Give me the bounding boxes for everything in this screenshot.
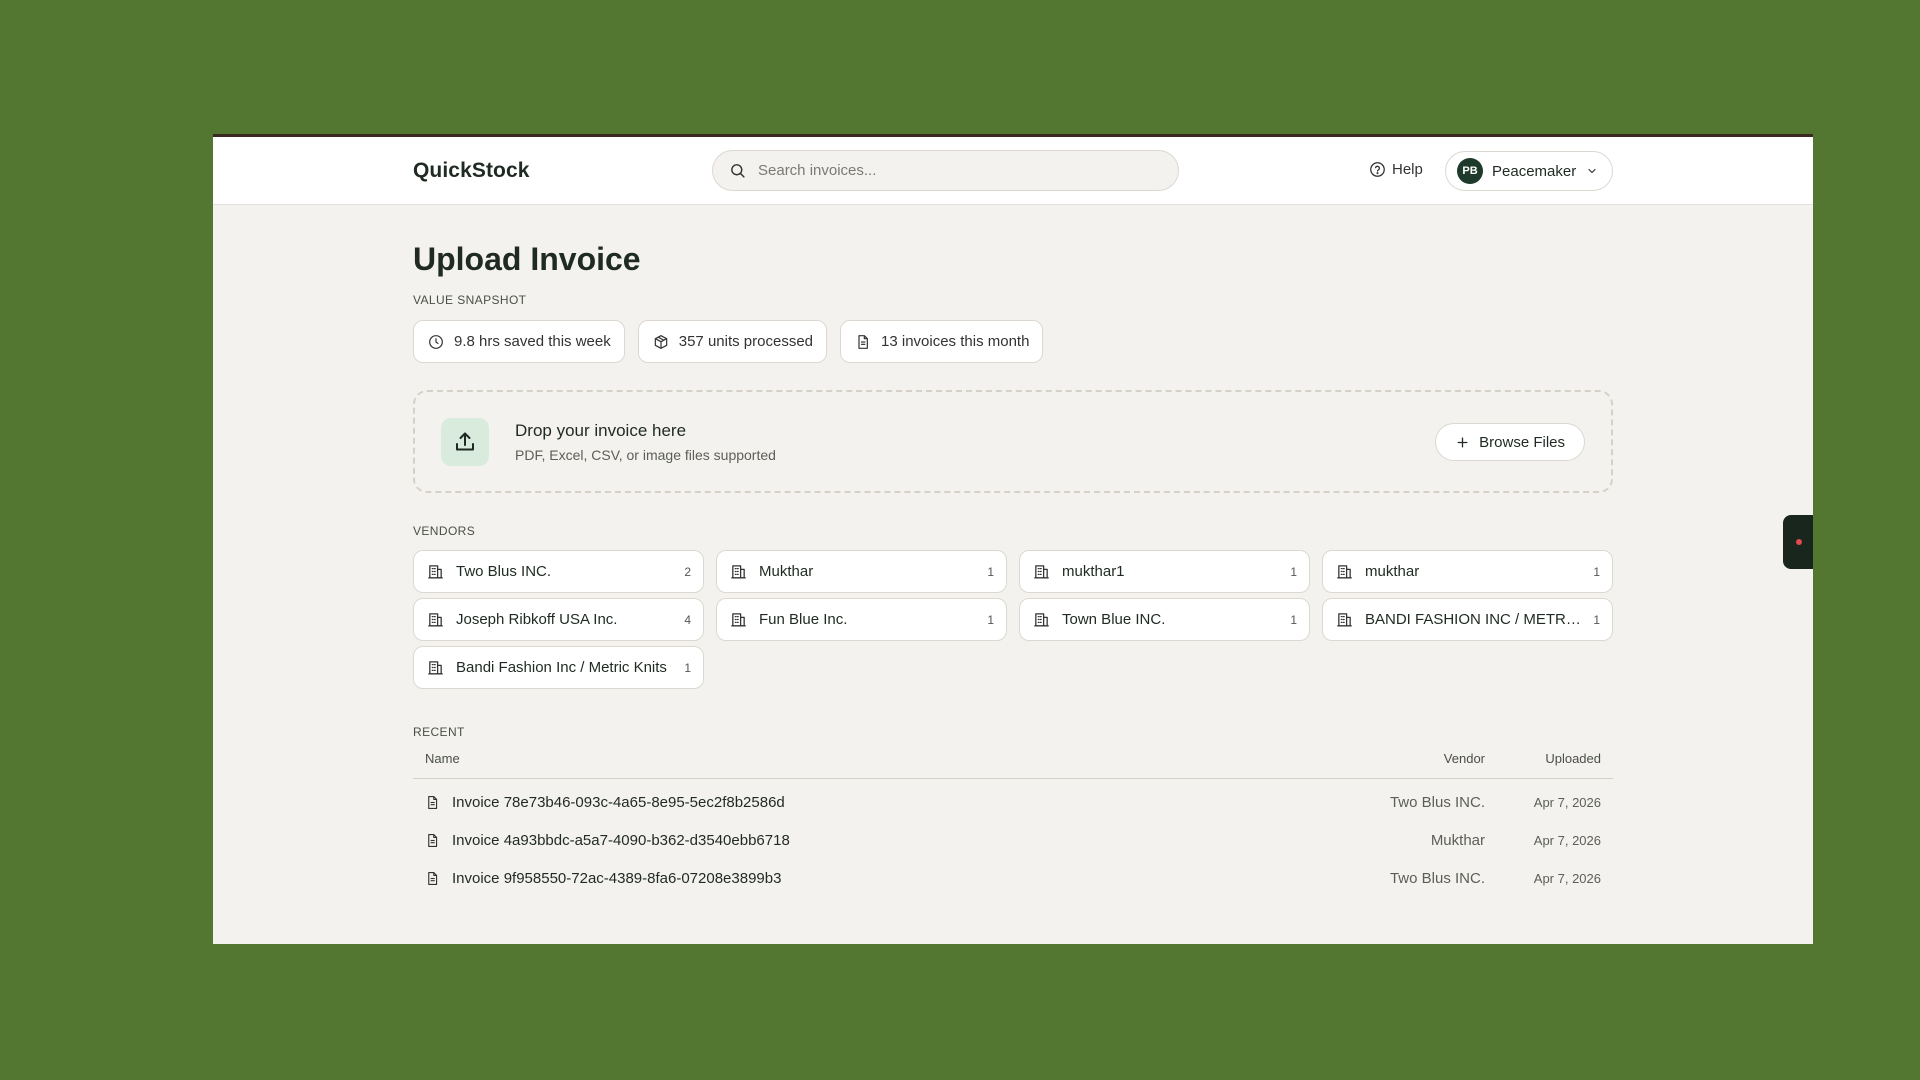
building-icon [1034,613,1049,627]
stat-label: 357 units processed [678,333,814,350]
stat-units-processed: 357 units processed [637,320,828,363]
column-header-name[interactable]: Name [425,751,1345,766]
table-row[interactable]: Invoice 4a93bbdc-a5a7-4090-b362-d3540ebb… [413,821,1613,859]
document-icon [428,833,438,847]
help-icon [1370,162,1385,177]
invoice-vendor: Two Blus INC. [1389,793,1485,811]
vendor-chip[interactable]: BANDI FASHION INC / METRIC ... 1 [1322,598,1613,641]
user-name: Peacemaker [1492,162,1577,180]
recent-table: Name Vendor Uploaded Invoice 78e73b46-09… [413,751,1613,897]
dropzone-title: Drop your invoice here [515,420,687,440]
value-snapshot: 9.8 hrs saved this week 357 units proces… [413,320,1044,363]
invoice-dropzone[interactable]: Drop your invoice here PDF, Excel, CSV, … [413,390,1613,493]
building-icon [731,613,746,627]
vendor-name: Two Blus INC. [456,563,552,580]
vendor-invoice-count: 1 [1593,564,1600,579]
clock-icon [429,334,443,349]
invoice-uploaded-date: Apr 7, 2026 [1533,870,1601,886]
notification-dot [1796,539,1802,545]
avatar: PB [1457,158,1483,184]
help-button[interactable]: Help [1369,161,1423,178]
dropzone-text: Drop your invoice here PDF, Excel, CSV, … [515,421,776,463]
vendor-chip[interactable]: mukthar 1 [1322,550,1613,593]
vendor-name: Joseph Ribkoff USA Inc. [456,611,618,628]
vendor-invoice-count: 1 [1290,612,1297,627]
vendor-name: Town Blue INC. [1062,611,1166,628]
app-window: QuickStock Help PB Peacemaker Upload Inv… [213,134,1813,944]
invoice-vendor: Mukthar [1430,831,1485,849]
building-icon [1337,613,1352,627]
invoice-name[interactable]: Invoice 4a93bbdc-a5a7-4090-b362-d3540ebb… [452,832,1345,849]
browse-files-label: Browse Files [1479,433,1565,451]
building-icon [428,565,443,579]
invoice-uploaded-date: Apr 7, 2026 [1533,832,1601,848]
vendor-invoice-count: 1 [1290,564,1297,579]
invoice-uploaded-date: Apr 7, 2026 [1533,794,1601,810]
table-body: Invoice 78e73b46-093c-4a65-8e95-5ec2f8b2… [413,783,1613,897]
table-row[interactable]: Invoice 9f958550-72ac-4389-8fa6-07208e38… [413,859,1613,897]
vendor-invoice-count: 1 [987,612,994,627]
app-logo[interactable]: QuickStock [413,159,530,183]
building-icon [428,613,443,627]
vendor-chip[interactable]: Bandi Fashion Inc / Metric Knits 1 [413,646,704,689]
vendor-chip[interactable]: Joseph Ribkoff USA Inc. 4 [413,598,704,641]
search-input[interactable] [758,162,1158,179]
vendor-name: mukthar1 [1062,563,1125,580]
top-bar: QuickStock Help PB Peacemaker [213,137,1813,205]
vendor-name: mukthar [1365,563,1420,580]
invoice-name[interactable]: Invoice 9f958550-72ac-4389-8fa6-07208e38… [452,870,1345,887]
stat-invoices-month: 13 invoices this month [840,320,1044,363]
vendor-name: BANDI FASHION INC / METRIC ... [1365,611,1584,628]
plus-icon [1457,437,1468,447]
vendor-chip[interactable]: Fun Blue Inc. 1 [716,598,1007,641]
vendor-chip[interactable]: Town Blue INC. 1 [1019,598,1310,641]
table-header: Name Vendor Uploaded [413,751,1613,779]
document-icon [428,795,438,809]
side-panel-tab[interactable] [1783,515,1813,569]
vendor-name: Bandi Fashion Inc / Metric Knits [456,659,667,676]
column-header-vendor[interactable]: Vendor [1345,751,1485,766]
search-bar[interactable] [712,150,1179,191]
document-icon [428,871,438,885]
vendor-chip[interactable]: Two Blus INC. 2 [413,550,704,593]
table-row[interactable]: Invoice 78e73b46-093c-4a65-8e95-5ec2f8b2… [413,783,1613,821]
building-icon [428,661,443,675]
vendor-chip[interactable]: mukthar1 1 [1019,550,1310,593]
vendor-invoice-count: 4 [684,612,691,627]
vendor-invoice-count: 1 [1593,612,1600,627]
vendor-chip[interactable]: Mukthar 1 [716,550,1007,593]
help-label: Help [1392,161,1423,178]
invoice-name[interactable]: Invoice 78e73b46-093c-4a65-8e95-5ec2f8b2… [452,794,1345,811]
building-icon [1034,565,1049,579]
document-icon [858,334,868,349]
vendor-name: Mukthar [759,563,814,580]
user-menu-button[interactable]: PB Peacemaker [1445,151,1613,191]
search-icon [731,164,745,178]
building-icon [731,565,746,579]
building-icon [1337,565,1352,579]
chevron-down-icon [1588,168,1596,174]
box-icon [654,334,668,349]
stat-label: 13 invoices this month [881,333,1030,350]
invoice-vendor: Two Blus INC. [1389,869,1485,887]
vendor-name: Fun Blue Inc. [759,611,848,628]
vendor-invoice-count: 2 [684,564,691,579]
vendor-invoice-count: 1 [684,660,691,675]
dropzone-subtitle: PDF, Excel, CSV, or image files supporte… [515,446,776,463]
vendor-invoice-count: 1 [987,564,994,579]
stat-hours-saved: 9.8 hrs saved this week [413,320,625,363]
page-title: Upload Invoice [413,241,641,277]
upload-icon [456,432,474,450]
browse-files-button[interactable]: Browse Files [1435,423,1585,461]
stat-label: 9.8 hrs saved this week [454,333,611,350]
upload-tile [441,417,489,466]
recent-label: RECENT [413,725,465,739]
vendor-grid: Two Blus INC. 2 Mukthar 1 mukthar1 1 mukthar 1 J… [413,550,1613,689]
value-snapshot-label: VALUE SNAPSHOT [413,293,527,307]
column-header-uploaded[interactable]: Uploaded [1485,751,1601,766]
vendors-label: VENDORS [413,524,476,538]
